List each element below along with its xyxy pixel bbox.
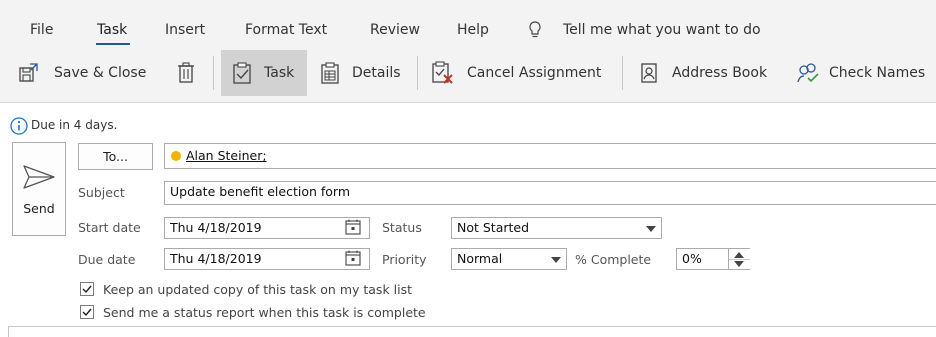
check-names-icon	[796, 62, 820, 84]
chevron-down-icon	[551, 257, 561, 263]
chevron-down-icon	[646, 226, 656, 232]
status-dropdown[interactable]: Not Started	[451, 217, 662, 239]
spin-up-icon[interactable]	[734, 252, 744, 258]
tab-file[interactable]: File	[30, 22, 53, 38]
percent-spinner[interactable]	[728, 249, 750, 269]
toolbar-separator	[417, 56, 418, 90]
delete-button[interactable]	[176, 50, 196, 96]
status-report-checkbox[interactable]	[80, 305, 94, 319]
checkmark-icon	[82, 308, 92, 317]
checkmark-icon	[82, 285, 92, 294]
task-view-label: Task	[264, 65, 295, 81]
priority-value: Normal	[457, 251, 503, 266]
spin-down-icon[interactable]	[734, 261, 744, 267]
info-icon	[10, 117, 28, 135]
to-button[interactable]: To...	[78, 143, 153, 170]
keep-copy-label: Keep an updated copy of this task on my …	[103, 282, 413, 297]
task-clipboard-icon	[232, 62, 252, 84]
lightbulb-icon	[528, 21, 542, 39]
ribbon-tab-bar: File Task Insert Format Text Review Help…	[0, 0, 936, 46]
due-date-value: Thu 4/18/2019	[170, 251, 262, 266]
save-close-icon	[18, 62, 40, 84]
task-view-button[interactable]: Task	[221, 50, 307, 96]
start-date-field[interactable]: Thu 4/18/2019	[164, 217, 370, 239]
tab-review[interactable]: Review	[370, 22, 420, 38]
check-names-button[interactable]: Check Names	[796, 50, 925, 96]
tab-task[interactable]: Task	[97, 22, 127, 38]
priority-label: Priority	[382, 252, 427, 267]
priority-dropdown[interactable]: Normal	[451, 248, 567, 270]
details-label: Details	[352, 65, 401, 81]
address-book-icon	[640, 62, 658, 84]
keep-copy-checkbox[interactable]	[80, 282, 94, 296]
cancel-assignment-icon	[431, 61, 455, 85]
status-value: Not Started	[457, 220, 530, 235]
ribbon-toolbar: Save & Close Task Details Cancel Assignm…	[0, 46, 936, 103]
tab-insert[interactable]: Insert	[165, 22, 205, 38]
recipient-name[interactable]: Alan Steiner;	[186, 148, 267, 163]
due-info-text: Due in 4 days.	[31, 118, 118, 132]
trash-icon	[176, 62, 196, 84]
active-tab-indicator	[96, 43, 130, 45]
tab-format-text[interactable]: Format Text	[245, 22, 327, 38]
send-arrow-icon	[22, 163, 56, 191]
cancel-assignment-button[interactable]: Cancel Assignment	[431, 50, 601, 96]
address-book-button[interactable]: Address Book	[640, 50, 767, 96]
save-close-label: Save & Close	[54, 65, 147, 81]
start-date-label: Start date	[78, 220, 141, 235]
presence-icon	[171, 151, 181, 161]
subject-label: Subject	[78, 185, 125, 200]
details-button[interactable]: Details	[320, 50, 401, 96]
subject-field[interactable]: Update benefit election form	[164, 181, 936, 205]
save-close-button[interactable]: Save & Close	[18, 50, 146, 96]
due-date-field[interactable]: Thu 4/18/2019	[164, 248, 370, 270]
tell-me-search[interactable]: Tell me what you want to do	[563, 22, 761, 38]
task-body-editor[interactable]	[8, 326, 936, 337]
percent-complete-label: % Complete	[575, 252, 652, 267]
calendar-icon[interactable]	[345, 250, 361, 266]
calendar-icon[interactable]	[345, 219, 361, 235]
due-date-label: Due date	[78, 252, 136, 267]
tab-help[interactable]: Help	[457, 22, 489, 38]
address-book-label: Address Book	[672, 65, 768, 81]
to-field[interactable]: Alan Steiner;	[164, 143, 936, 169]
start-date-value: Thu 4/18/2019	[170, 220, 262, 235]
cancel-assignment-label: Cancel Assignment	[467, 65, 602, 81]
spinner-divider	[729, 259, 750, 260]
details-clipboard-icon	[320, 62, 340, 84]
status-report-label: Send me a status report when this task i…	[103, 305, 426, 320]
percent-complete-value: 0%	[682, 251, 702, 266]
send-button[interactable]: Send	[12, 142, 66, 236]
toolbar-separator	[622, 56, 623, 90]
send-label: Send	[23, 200, 55, 216]
toolbar-separator	[213, 56, 214, 90]
status-label: Status	[382, 220, 422, 235]
check-names-label: Check Names	[829, 65, 926, 81]
